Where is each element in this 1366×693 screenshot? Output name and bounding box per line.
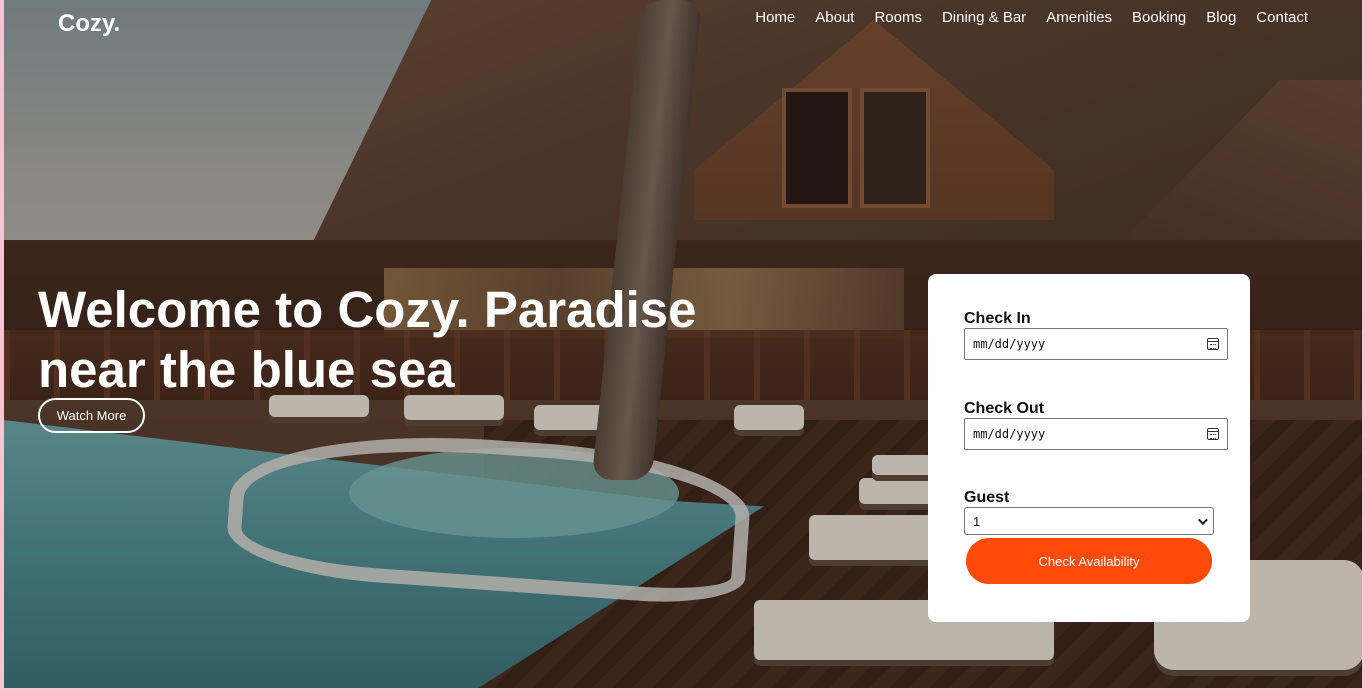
nav-contact[interactable]: Contact	[1256, 9, 1308, 26]
nav-amenities[interactable]: Amenities	[1046, 9, 1112, 26]
nav-rooms[interactable]: Rooms	[874, 9, 922, 26]
logo[interactable]: Cozy.	[58, 10, 120, 38]
calendar-icon[interactable]	[1207, 428, 1219, 440]
nav-blog[interactable]: Blog	[1206, 9, 1236, 26]
guest-label: Guest	[964, 489, 1010, 506]
check-out-field[interactable]: mm/dd/yyyy	[964, 418, 1228, 450]
nav-home[interactable]: Home	[755, 9, 795, 26]
guest-select[interactable]: 1	[964, 507, 1214, 535]
chevron-down-icon	[1197, 514, 1208, 525]
check-in-value: mm/dd/yyyy	[973, 337, 1046, 351]
check-out-label: Check Out	[964, 400, 1045, 417]
check-in-field[interactable]: mm/dd/yyyy	[964, 328, 1228, 360]
guest-value: 1	[973, 513, 981, 529]
hero-headline: Welcome to Cozy. Paradise near the blue …	[38, 281, 697, 398]
nav-about[interactable]: About	[815, 9, 854, 26]
nav-booking[interactable]: Booking	[1132, 9, 1186, 26]
check-out-value: mm/dd/yyyy	[973, 427, 1046, 441]
check-availability-button[interactable]: Check Availability	[966, 538, 1212, 584]
nav-dining-bar[interactable]: Dining & Bar	[942, 9, 1026, 26]
calendar-icon[interactable]	[1207, 338, 1219, 350]
watch-more-button[interactable]: Watch More	[38, 398, 145, 433]
booking-card: Check In mm/dd/yyyy Check Out mm/dd/yyyy…	[928, 274, 1250, 622]
check-in-label: Check In	[964, 310, 1031, 327]
main-nav: Home About Rooms Dining & Bar Amenities …	[735, 9, 1308, 26]
